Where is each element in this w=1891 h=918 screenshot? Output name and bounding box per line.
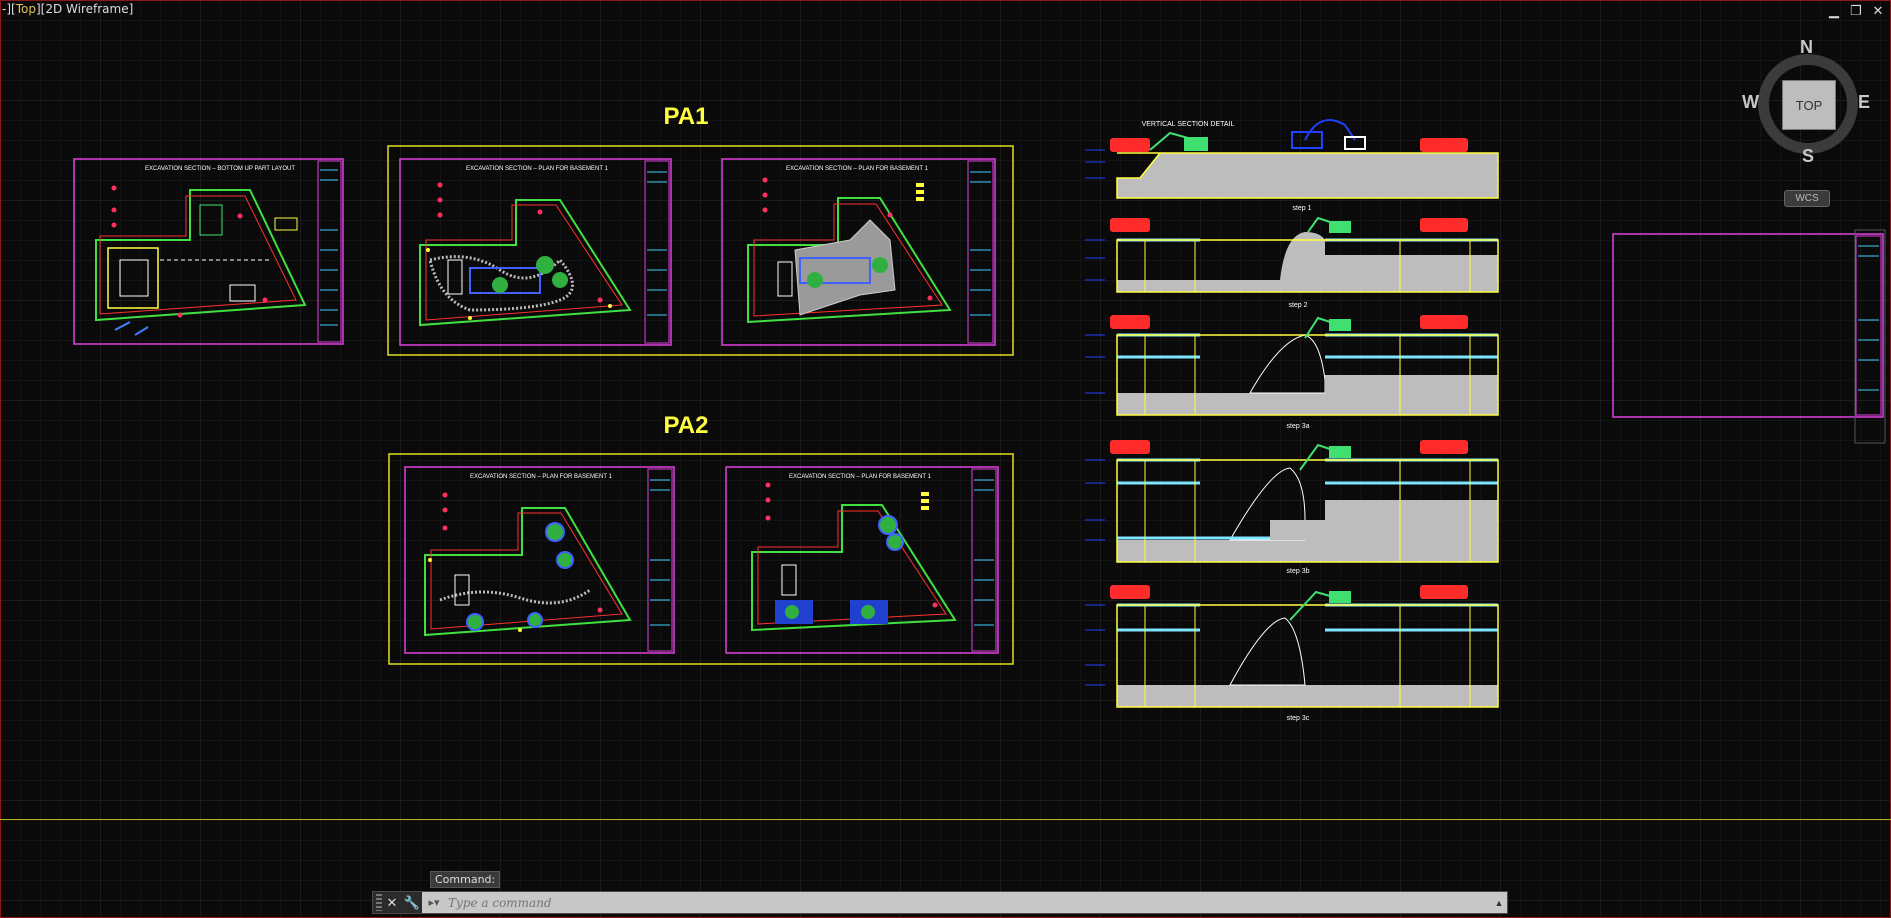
compass-north[interactable]: N — [1800, 37, 1813, 58]
pa2-sheet-2: EXCAVATION SECTION – PLAN FOR BASEMENT 1 — [725, 466, 999, 654]
step-label: step 2 — [1288, 302, 1307, 309]
section-step-3a: step 3a — [1110, 315, 1499, 430]
compass-west[interactable]: W — [1742, 92, 1759, 113]
close-command-line-icon[interactable]: ✕ — [382, 892, 402, 913]
pa2-frame — [388, 453, 1014, 665]
pa1-sheet-1: EXCAVATION SECTION – PLAN FOR BASEMENT 1 — [399, 158, 672, 346]
viewcube-top-face[interactable]: TOP — [1782, 80, 1836, 130]
cad-drawing: EXCAVATION SECTION – BOTTOM UP PART LAYO… — [73, 103, 1886, 722]
command-line: ✕ 🔧 ▸▾ ▲ — [372, 891, 1508, 914]
empty-sheet-frame — [1612, 229, 1886, 444]
command-input[interactable] — [446, 894, 1491, 911]
step-label: step 3c — [1287, 715, 1310, 722]
sheet-title: EXCAVATION SECTION – BOTTOM UP PART LAYO… — [145, 166, 295, 172]
pa2-sheet-1: EXCAVATION SECTION – PLAN FOR BASEMENT 1 — [404, 466, 675, 654]
sheet-title: EXCAVATION SECTION – PLAN FOR BASEMENT 1 — [786, 166, 929, 172]
section-step-3c: step 3c — [1110, 585, 1499, 722]
viewcube[interactable]: TOP N S E W — [1742, 37, 1872, 168]
section-step-3b: step 3b — [1110, 440, 1499, 575]
command-history-divider — [0, 819, 1891, 820]
section-step-1: step 1 — [1085, 119, 1499, 212]
wcs-menu[interactable]: WCS — [1784, 190, 1830, 207]
step-label: step 3b — [1287, 568, 1310, 575]
section-title: VERTICAL SECTION DETAIL — [1142, 121, 1235, 128]
customize-wrench-icon[interactable]: 🔧 — [402, 892, 422, 913]
sheet-bottom-up-layout: EXCAVATION SECTION – BOTTOM UP PART LAYO… — [73, 158, 344, 345]
compass-east[interactable]: E — [1858, 92, 1870, 113]
step-label: step 3a — [1287, 423, 1310, 430]
step-label: step 1 — [1292, 205, 1311, 212]
label-pa1: PA1 — [664, 103, 709, 130]
section-step-2: step 2 — [1110, 216, 1499, 309]
sheet-title: EXCAVATION SECTION – PLAN FOR BASEMENT 1 — [466, 166, 609, 172]
sheet-title: EXCAVATION SECTION – PLAN FOR BASEMENT 1 — [470, 474, 613, 480]
command-history-up-icon[interactable]: ▲ — [1491, 892, 1507, 913]
command-input-wrap: ▸▾ ▲ — [422, 892, 1507, 913]
recent-commands-icon[interactable]: ▸▾ — [422, 892, 446, 913]
pa1-sheet-2: EXCAVATION SECTION – PLAN FOR BASEMENT 1 — [721, 158, 996, 346]
label-pa2: PA2 — [664, 412, 709, 439]
pa1-frame — [387, 145, 1014, 356]
sheet-title: EXCAVATION SECTION – PLAN FOR BASEMENT 1 — [789, 474, 932, 480]
command-history-label: Command: — [430, 871, 501, 888]
compass-south[interactable]: S — [1802, 146, 1814, 167]
